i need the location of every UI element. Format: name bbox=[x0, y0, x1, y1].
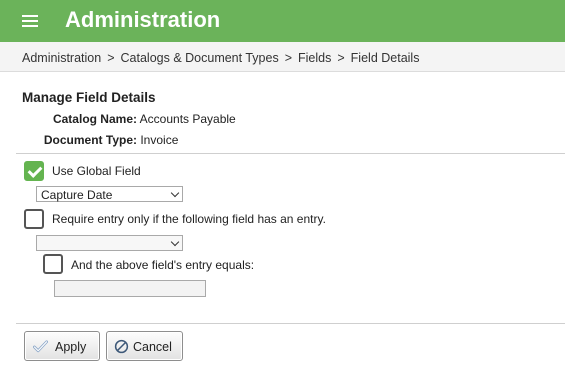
require-entry-label: Require entry only if the following fiel… bbox=[52, 212, 326, 226]
use-global-field-label: Use Global Field bbox=[52, 164, 141, 178]
checkmark-icon bbox=[33, 340, 48, 353]
global-field-select-value: Capture Date bbox=[41, 188, 113, 202]
catalog-name-label: Catalog Name: bbox=[52, 112, 137, 126]
require-entry-checkbox[interactable] bbox=[24, 209, 44, 229]
cancel-button[interactable]: Cancel bbox=[106, 331, 183, 361]
hamburger-menu-icon[interactable] bbox=[22, 13, 38, 27]
field-entry-equals-checkbox[interactable] bbox=[43, 254, 63, 274]
apply-button[interactable]: Apply bbox=[24, 331, 100, 361]
breadcrumb-separator: > bbox=[337, 51, 345, 65]
use-global-field-checkbox[interactable] bbox=[24, 161, 44, 181]
global-field-select[interactable]: Capture Date bbox=[36, 186, 183, 202]
document-type-label: Document Type: bbox=[43, 133, 137, 147]
document-type-row: Document Type: Invoice bbox=[40, 133, 179, 147]
breadcrumb-field-details: Field Details bbox=[350, 51, 420, 65]
top-bar: Administration bbox=[0, 0, 565, 42]
breadcrumb: Administration > Catalogs & Document Types… bbox=[0, 42, 565, 72]
cancel-button-label: Cancel bbox=[133, 340, 172, 354]
chevron-down-icon bbox=[170, 188, 180, 198]
field-entry-equals-label: And the above field's entry equals: bbox=[71, 258, 255, 272]
app-title: Administration bbox=[65, 7, 221, 32]
field-entry-equals-input[interactable] bbox=[54, 280, 206, 297]
chevron-down-icon bbox=[170, 237, 180, 247]
divider bbox=[16, 153, 565, 154]
catalog-name-row: Catalog Name: Accounts Payable bbox=[50, 112, 236, 126]
cancel-circle-icon bbox=[114, 339, 129, 354]
catalog-name-value: Accounts Payable bbox=[139, 112, 236, 126]
breadcrumb-separator: > bbox=[284, 51, 293, 65]
apply-button-label: Apply bbox=[55, 340, 87, 354]
breadcrumb-catalogs-document-types[interactable]: Catalogs & Document Types bbox=[121, 51, 279, 65]
document-type-value: Invoice bbox=[140, 133, 179, 147]
divider bbox=[16, 323, 565, 324]
breadcrumb-administration[interactable]: Administration bbox=[22, 51, 101, 65]
breadcrumb-separator: > bbox=[107, 51, 115, 65]
section-title: Manage Field Details bbox=[22, 90, 156, 105]
breadcrumb-fields[interactable]: Fields bbox=[298, 51, 331, 65]
dependent-field-select[interactable] bbox=[36, 235, 183, 251]
